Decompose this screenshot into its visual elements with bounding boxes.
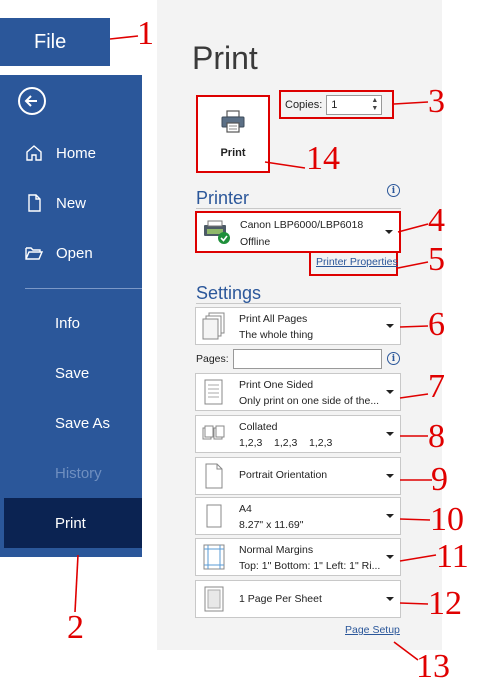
annotation-label: 7	[428, 368, 445, 405]
chevron-down-icon	[386, 514, 394, 518]
annotation-label: 12	[428, 585, 462, 622]
dropdown-line2: Only print on one side of the...	[239, 395, 380, 407]
annotation-label: 11	[436, 538, 469, 575]
nav-item-label: Save As	[55, 414, 111, 432]
print-button[interactable]: Print	[196, 95, 270, 173]
printer-properties-link[interactable]: Printer Properties	[316, 256, 398, 268]
section-divider	[196, 208, 401, 209]
back-arrow-icon[interactable]	[18, 87, 46, 115]
annotation-label: 5	[428, 241, 445, 278]
nav-item-label: New	[56, 194, 87, 212]
collated-icon	[202, 420, 226, 448]
nav-item-open[interactable]: Open	[0, 233, 142, 273]
nav-item-home[interactable]: Home	[0, 133, 142, 173]
new-document-icon	[24, 193, 44, 213]
paper-size-dropdown[interactable]: A4 8.27" x 11.69"	[195, 497, 401, 535]
file-tab-label: File	[34, 30, 67, 53]
margins-dropdown[interactable]: Normal Margins Top: 1" Bottom: 1" Left: …	[195, 538, 401, 576]
backstage-nav: Home New Open Info Save Save As History …	[0, 75, 142, 557]
dropdown-line1: Print All Pages	[239, 313, 308, 325]
print-range-dropdown[interactable]: Print All Pages The whole thing	[195, 307, 401, 345]
nav-item-save-as[interactable]: Save As	[0, 403, 142, 443]
nav-item-history: History	[0, 453, 142, 493]
nav-item-label: Save	[55, 364, 90, 382]
pages-icon	[202, 312, 226, 340]
chevron-down-icon	[386, 474, 394, 478]
nav-item-label: Info	[55, 314, 81, 332]
printer-section-title: Printer	[196, 188, 250, 208]
dropdown-line2: Top: 1" Bottom: 1" Left: 1" Ri...	[239, 560, 381, 572]
chevron-down-icon	[386, 555, 394, 559]
printer-dropdown[interactable]: Canon LBP6000/LBP6018 Offline	[195, 211, 401, 253]
pages-per-sheet-icon	[202, 585, 226, 613]
dropdown-line2: 1,2,3 1,2,3 1,2,3	[239, 437, 333, 449]
page-setup-link[interactable]: Page Setup	[345, 624, 400, 636]
copies-value: 1	[331, 98, 338, 111]
printer-status: Offline	[240, 236, 271, 248]
copies-control: Copies: 1 ▲ ▼	[279, 90, 394, 119]
settings-section-title: Settings	[196, 283, 262, 303]
annotation-label: 6	[428, 306, 445, 343]
nav-item-label: Open	[56, 244, 93, 262]
collation-dropdown[interactable]: Collated 1,2,3 1,2,3 1,2,3	[195, 415, 401, 453]
nav-item-label: History	[55, 464, 102, 482]
orientation-dropdown[interactable]: Portrait Orientation	[195, 457, 401, 495]
chevron-down-icon	[385, 230, 393, 234]
one-sided-icon	[202, 378, 226, 406]
info-icon[interactable]: i	[387, 184, 400, 197]
annotation-label: 9	[431, 461, 448, 498]
dropdown-line1: Collated	[239, 421, 278, 433]
pages-label: Pages:	[196, 353, 229, 365]
margins-icon	[202, 543, 226, 571]
chevron-down-icon	[386, 324, 394, 328]
portrait-page-icon	[202, 462, 226, 490]
annotation-label: 1	[137, 15, 154, 52]
open-folder-icon	[24, 243, 44, 263]
dropdown-line1: Print One Sided	[239, 379, 314, 391]
spin-arrows-icon[interactable]: ▲ ▼	[371, 97, 378, 113]
chevron-down-icon	[386, 597, 394, 601]
chevron-down-icon	[386, 432, 394, 436]
nav-item-new[interactable]: New	[0, 183, 142, 223]
info-icon[interactable]: i	[387, 352, 400, 365]
nav-item-print[interactable]: Print	[4, 498, 142, 548]
dropdown-line1: Portrait Orientation	[239, 469, 328, 481]
printer-icon	[220, 109, 246, 139]
annotation-label: 4	[428, 202, 445, 239]
copies-label: Copies:	[285, 98, 323, 111]
nav-divider	[25, 288, 142, 289]
printer-name: Canon LBP6000/LBP6018	[240, 219, 364, 231]
annotation-label: 8	[428, 418, 445, 455]
nav-item-label: Home	[56, 144, 97, 162]
nav-item-info[interactable]: Info	[0, 303, 142, 343]
dropdown-line1: Normal Margins	[239, 544, 314, 556]
printer-status-icon	[203, 218, 230, 246]
section-divider	[196, 303, 401, 304]
chevron-down-icon	[386, 390, 394, 394]
pages-per-sheet-dropdown[interactable]: 1 Page Per Sheet	[195, 580, 401, 618]
page-title: Print	[192, 40, 258, 76]
dropdown-line1: 1 Page Per Sheet	[239, 593, 322, 605]
dropdown-line1: A4	[239, 503, 252, 515]
copies-stepper[interactable]: 1 ▲ ▼	[326, 94, 383, 115]
sides-dropdown[interactable]: Print One Sided Only print on one side o…	[195, 373, 401, 411]
dropdown-line2: The whole thing	[239, 329, 314, 341]
annotation-label: 3	[428, 83, 445, 120]
annotation-label: 13	[416, 648, 450, 685]
file-tab[interactable]: File	[0, 18, 110, 66]
print-button-label: Print	[220, 146, 246, 159]
nav-item-save[interactable]: Save	[0, 353, 142, 393]
paper-size-icon	[202, 502, 226, 530]
pages-input[interactable]	[233, 349, 382, 369]
annotation-label: 10	[430, 501, 464, 538]
annotation-label: 2	[67, 609, 84, 646]
nav-item-label: Print	[55, 514, 86, 532]
annotation-label: 14	[306, 140, 340, 177]
dropdown-line2: 8.27" x 11.69"	[239, 519, 304, 531]
home-icon	[24, 143, 44, 163]
